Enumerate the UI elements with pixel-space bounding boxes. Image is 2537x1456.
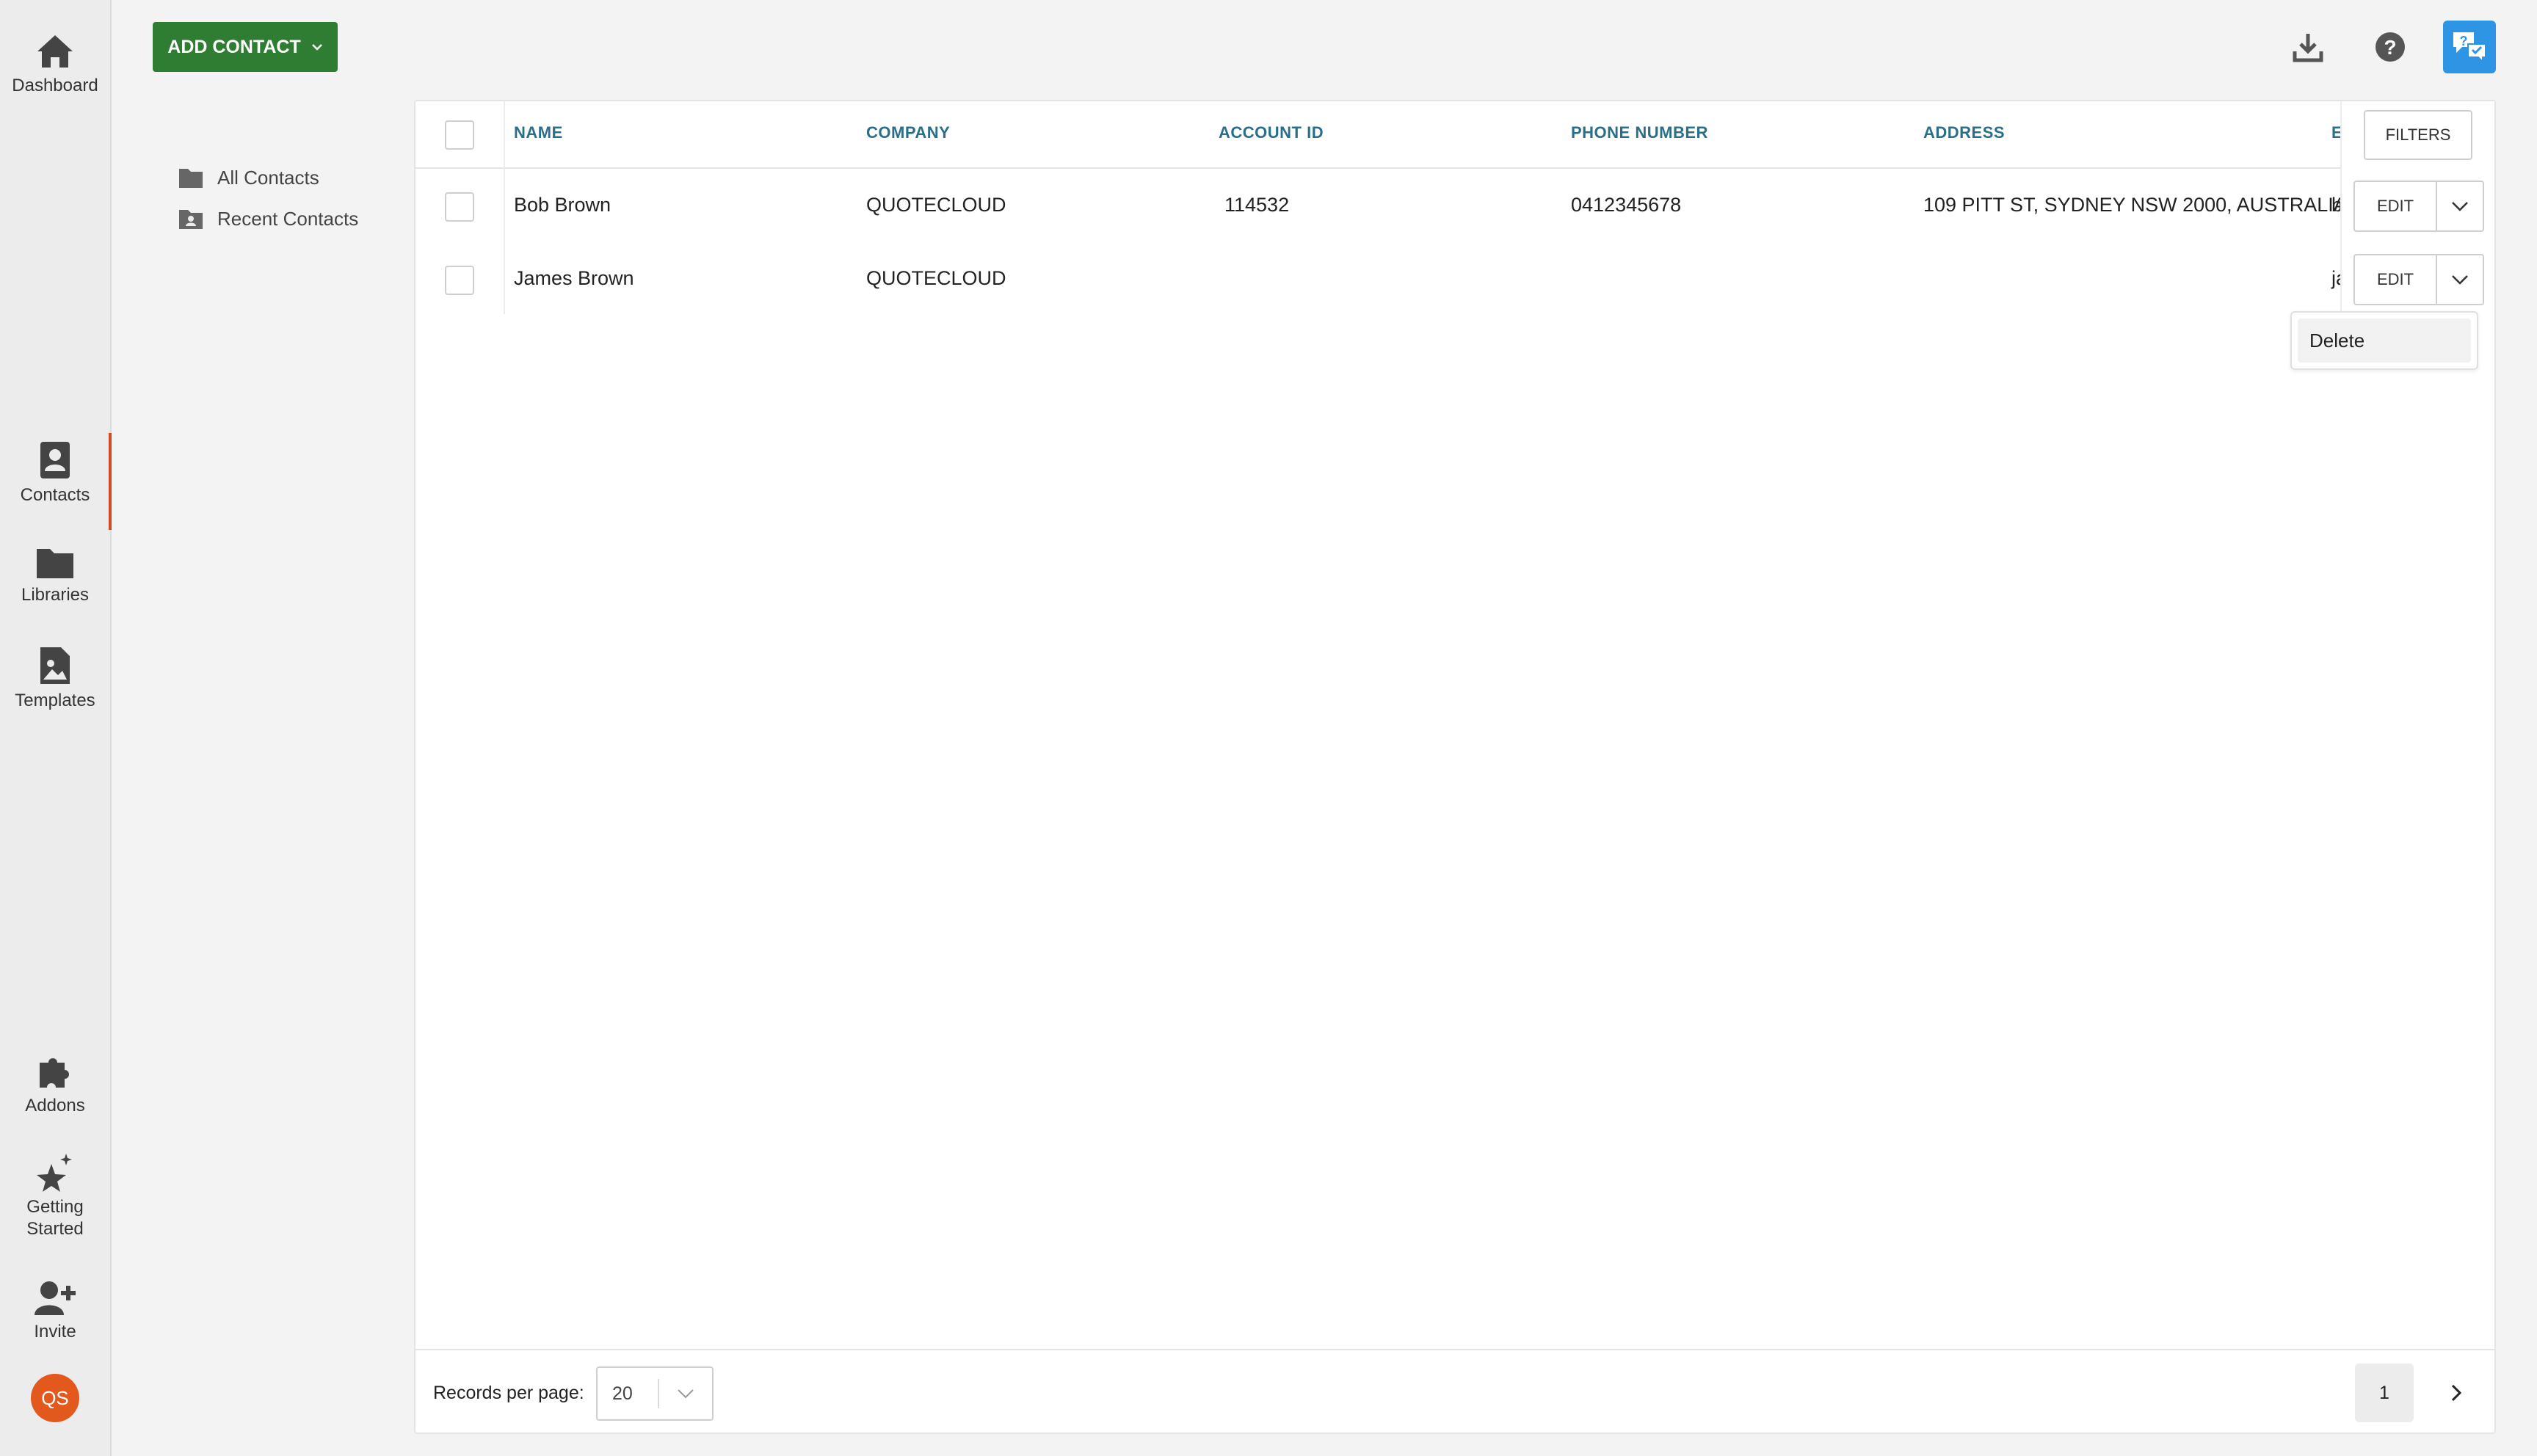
records-per-page-label: Records per page:: [433, 1383, 584, 1403]
sidebar-item-label: Templates: [15, 691, 95, 710]
avatar[interactable]: QS: [31, 1374, 79, 1422]
download-button[interactable]: [2286, 25, 2330, 69]
svg-text:?: ?: [2384, 36, 2396, 59]
column-header-phone-number[interactable]: PHONE NUMBER: [1571, 123, 1708, 142]
folder-icon: [37, 549, 73, 578]
row-menu-toggle[interactable]: [2437, 255, 2483, 304]
svg-text:?: ?: [2460, 34, 2468, 48]
add-user-icon: [35, 1281, 76, 1315]
image-file-icon: [40, 647, 70, 684]
add-contact-label: ADD CONTACT: [167, 36, 301, 57]
cell-phone: 0412345678: [1571, 194, 1682, 216]
folder-all-contacts[interactable]: All Contacts: [179, 163, 319, 192]
sidebar-item-contacts[interactable]: Contacts: [0, 433, 112, 530]
add-contact-button[interactable]: ADD CONTACT: [153, 22, 338, 72]
next-page-button[interactable]: [2427, 1364, 2486, 1422]
cell-name[interactable]: Bob Brown: [514, 194, 611, 216]
cell-address: 109 PITT ST, SYDNEY NSW 2000, AUSTRALIA: [1923, 194, 2347, 216]
table-header: NAME COMPANY ACCOUNT ID PHONE NUMBER ADD…: [415, 101, 2494, 169]
sidebar-item-invite[interactable]: Invite: [0, 1280, 110, 1343]
cell-company: QUOTECLOUD: [866, 267, 1006, 289]
sidebar-item-libraries[interactable]: Libraries: [0, 545, 110, 606]
sidebar-item-getting-started[interactable]: Getting Started: [0, 1152, 110, 1240]
sidebar-item-dashboard[interactable]: Dashboard: [0, 32, 110, 97]
table-footer: Records per page: 20 1: [415, 1349, 2494, 1433]
contact-card-icon: [40, 442, 70, 478]
folder-icon: [179, 169, 203, 188]
select-all-checkbox[interactable]: [445, 120, 474, 150]
help-button[interactable]: ?: [2368, 25, 2412, 69]
row-checkbox[interactable]: [445, 266, 474, 295]
chevron-down-icon: [659, 1388, 712, 1399]
column-divider: [504, 101, 505, 314]
help-icon: ?: [2376, 32, 2405, 62]
cell-account-id: 114532: [1224, 194, 1290, 216]
delete-menu-item[interactable]: Delete: [2298, 318, 2471, 363]
cell-company: QUOTECLOUD: [866, 194, 1006, 216]
sparkle-star-icon: [37, 1154, 72, 1192]
folder-recent-contacts[interactable]: Recent Contacts: [179, 204, 358, 233]
sidebar-item-label: Contacts: [20, 485, 90, 505]
column-header-name[interactable]: NAME: [514, 123, 563, 142]
records-per-page-value: 20: [598, 1379, 659, 1408]
sidebar-item-label: Invite: [34, 1322, 76, 1342]
folder-user-icon: [179, 210, 203, 229]
support-chat-button[interactable]: ?: [2443, 21, 2496, 73]
home-icon: [37, 35, 73, 68]
chevron-down-icon: [2452, 275, 2468, 285]
records-per-page-select[interactable]: 20: [596, 1366, 714, 1421]
row-checkbox[interactable]: [445, 192, 474, 222]
puzzle-icon: [40, 1058, 69, 1088]
folder-label: Recent Contacts: [217, 207, 359, 230]
folder-label: All Contacts: [217, 166, 319, 189]
page-button-current[interactable]: 1: [2355, 1364, 2414, 1422]
edit-button[interactable]: EDIT: [2355, 255, 2437, 304]
sidebar-item-addons[interactable]: Addons: [0, 1051, 110, 1117]
contacts-table-panel: NAME COMPANY ACCOUNT ID PHONE NUMBER ADD…: [414, 100, 2496, 1434]
download-icon: [2293, 34, 2323, 62]
sidebar-item-label: Addons: [25, 1096, 85, 1115]
chevron-down-icon: [2452, 202, 2468, 211]
column-header-account-id[interactable]: ACCOUNT ID: [1219, 123, 1324, 142]
filters-button[interactable]: FILTERS: [2364, 110, 2472, 160]
column-header-address[interactable]: ADDRESS: [1923, 123, 2005, 142]
sidebar-item-label: Libraries: [21, 585, 90, 605]
edit-button[interactable]: EDIT: [2355, 182, 2437, 230]
cell-name[interactable]: James Brown: [514, 267, 634, 290]
sidebar-item-label: Dashboard: [12, 76, 98, 95]
sidebar-nav: Dashboard Contacts Libraries Templates A…: [0, 0, 112, 1456]
column-header-company[interactable]: COMPANY: [866, 123, 950, 142]
sidebar-item-templates[interactable]: Templates: [0, 646, 110, 712]
row-menu-toggle[interactable]: [2437, 182, 2483, 230]
chevron-down-icon: [311, 44, 322, 51]
chevron-right-icon: [2451, 1384, 2462, 1402]
row-actions: EDIT: [2353, 181, 2484, 232]
row-actions: EDIT: [2353, 254, 2484, 305]
row-actions-dropdown: Delete: [2290, 311, 2478, 370]
sidebar-item-label: Getting Started: [26, 1197, 84, 1239]
chat-bubbles-icon: ?: [2453, 32, 2486, 64]
